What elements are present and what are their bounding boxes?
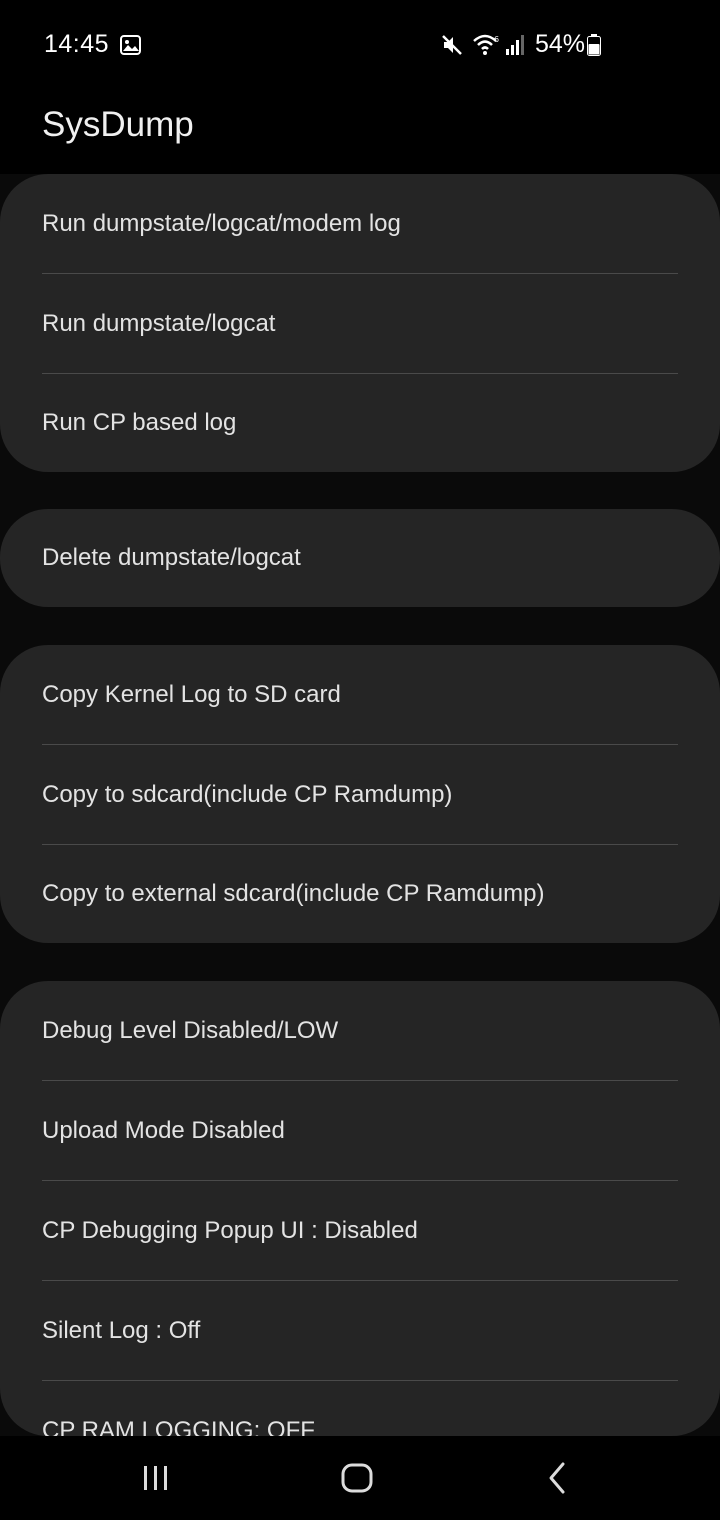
list-item-run-cp-based-log[interactable]: Run CP based log: [0, 374, 720, 472]
list-item-label: Copy to sdcard(include CP Ramdump): [42, 781, 453, 808]
card-delete: Delete dumpstate/logcat: [0, 509, 720, 607]
battery-icon: [587, 34, 601, 56]
image-icon: [120, 35, 141, 55]
back-icon: [549, 1462, 565, 1494]
list-item-label: Silent Log : Off: [42, 1317, 201, 1344]
list-item-cp-ram-logging[interactable]: CP RAM LOGGING: OFF: [0, 1381, 720, 1436]
list-item-label: Run CP based log: [42, 409, 237, 436]
signal-icon: [506, 35, 524, 55]
list-item-run-dumpstate-logcat[interactable]: Run dumpstate/logcat: [0, 274, 720, 374]
list-item-run-dumpstate-logcat-modem[interactable]: Run dumpstate/logcat/modem log: [0, 174, 720, 274]
status-time: 14:45: [44, 30, 110, 58]
card-debug-settings: Debug Level Disabled/LOW Upload Mode Dis…: [0, 981, 720, 1436]
list-item-label: Delete dumpstate/logcat: [42, 544, 301, 571]
home-button[interactable]: [327, 1456, 387, 1500]
list-item-copy-to-external-sdcard[interactable]: Copy to external sdcard(include CP Ramdu…: [0, 845, 720, 943]
status-bar: 14:45 6 54%: [0, 0, 720, 76]
list-item-label: CP Debugging Popup UI : Disabled: [42, 1217, 418, 1244]
list-item-label: Debug Level Disabled/LOW: [42, 1017, 339, 1044]
list-item-cp-debugging-popup[interactable]: CP Debugging Popup UI : Disabled: [0, 1181, 720, 1281]
svg-text:6: 6: [494, 35, 499, 44]
list-item-copy-to-sdcard[interactable]: Copy to sdcard(include CP Ramdump): [0, 745, 720, 845]
card-run-logs: Run dumpstate/logcat/modem log Run dumps…: [0, 174, 720, 472]
list-item-upload-mode[interactable]: Upload Mode Disabled: [0, 1081, 720, 1181]
back-button[interactable]: [528, 1456, 588, 1500]
settings-list[interactable]: Run dumpstate/logcat/modem log Run dumps…: [0, 174, 720, 1436]
navigation-bar: [0, 1436, 720, 1520]
list-item-delete-dumpstate-logcat[interactable]: Delete dumpstate/logcat: [0, 509, 720, 607]
wifi-icon: 6: [473, 34, 499, 55]
page-title: SysDump: [42, 105, 194, 144]
mute-icon: [442, 35, 462, 55]
card-copy: Copy Kernel Log to SD card Copy to sdcar…: [0, 645, 720, 943]
list-item-label: Run dumpstate/logcat/modem log: [42, 210, 401, 237]
home-icon: [341, 1463, 373, 1493]
battery-percent: 54%: [535, 30, 586, 58]
list-item-silent-log[interactable]: Silent Log : Off: [0, 1281, 720, 1381]
list-item-label: Upload Mode Disabled: [42, 1117, 285, 1144]
list-item-label: CP RAM LOGGING: OFF: [42, 1417, 315, 1436]
recents-icon: [144, 1466, 167, 1490]
list-item-debug-level[interactable]: Debug Level Disabled/LOW: [0, 981, 720, 1081]
list-item-copy-kernel-log[interactable]: Copy Kernel Log to SD card: [0, 645, 720, 745]
list-item-label: Copy to external sdcard(include CP Ramdu…: [42, 880, 545, 907]
list-item-label: Run dumpstate/logcat: [42, 310, 276, 337]
list-item-label: Copy Kernel Log to SD card: [42, 681, 341, 708]
recents-button[interactable]: [126, 1456, 186, 1500]
